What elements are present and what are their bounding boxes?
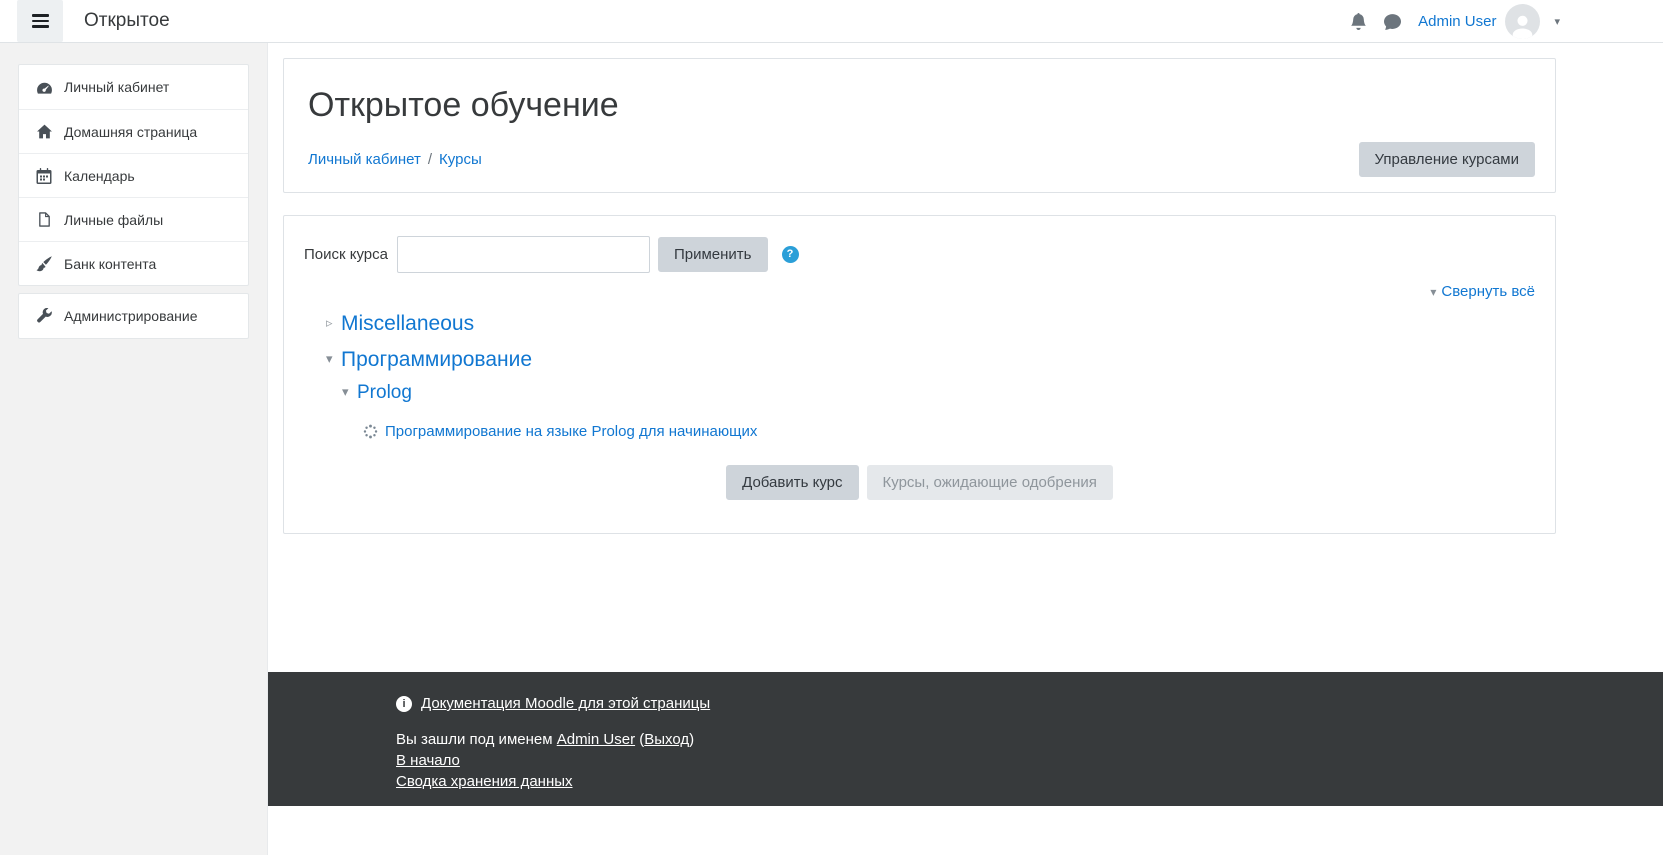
dashboard-icon: [35, 79, 53, 96]
collapse-all-row: ▾ Свернуть всё: [304, 283, 1535, 300]
logout-paren-close: ): [689, 731, 694, 748]
home-link[interactable]: В начало: [396, 752, 460, 769]
course-link[interactable]: Программирование на языке Prolog для нач…: [385, 423, 757, 440]
avatar[interactable]: [1505, 4, 1540, 39]
sidebar-item-label: Администрирование: [64, 308, 198, 324]
category-tree: ▹ Miscellaneous ▾ Программирование ▾ Pro…: [304, 312, 1535, 440]
page-title: Открытое обучение: [308, 85, 1535, 126]
subcategory-row-prolog: ▾ Prolog: [304, 382, 1535, 404]
course-management-card: Поиск курса Применить ? ▾ Свернуть всё ▹ …: [283, 215, 1556, 534]
content-column: Открытое обучение Личный кабинет / Курсы У…: [268, 43, 1663, 855]
notifications-bell-icon[interactable]: [1350, 13, 1367, 30]
breadcrumb-link-dashboard[interactable]: Личный кабинет: [308, 151, 421, 168]
breadcrumb-link-courses[interactable]: Курсы: [439, 151, 482, 168]
wrench-icon: [35, 308, 53, 324]
apply-search-button[interactable]: Применить: [658, 237, 768, 272]
messages-chat-icon[interactable]: [1384, 13, 1401, 30]
logout-link[interactable]: Выход: [644, 731, 689, 748]
logged-in-line: Вы зашли под именем Admin User (Выход): [396, 729, 1643, 750]
paintbrush-icon: [35, 256, 53, 272]
sidebar-item-label: Банк контента: [64, 256, 156, 272]
add-course-button[interactable]: Добавить курс: [726, 465, 858, 500]
sidebar-item-content-bank[interactable]: Банк контента: [19, 241, 248, 285]
sidebar-main-group: Личный кабинет Домашняя страница Календа…: [18, 64, 249, 286]
pending-courses-button[interactable]: Курсы, ожидающие одобрения: [867, 465, 1113, 500]
page-header-card: Открытое обучение Личный кабинет / Курсы У…: [283, 58, 1556, 193]
sidebar: Личный кабинет Домашняя страница Календа…: [0, 43, 268, 855]
data-retention-link[interactable]: Сводка хранения данных: [396, 773, 573, 790]
main-region: Открытое обучение Личный кабинет / Курсы У…: [268, 43, 1663, 672]
sidebar-item-label: Личный кабинет: [64, 79, 169, 95]
breadcrumb: Личный кабинет / Курсы: [308, 151, 482, 168]
caret-down-icon[interactable]: ▾: [326, 352, 341, 367]
manage-courses-button[interactable]: Управление курсами: [1359, 142, 1536, 177]
info-icon: i: [396, 696, 412, 712]
sidebar-item-administration[interactable]: Администрирование: [19, 294, 248, 338]
file-icon: [35, 212, 53, 227]
collapse-all-link[interactable]: Свернуть всё: [1441, 283, 1535, 300]
caret-down-icon: ▾: [1430, 285, 1436, 299]
home-icon: [35, 123, 53, 140]
logged-in-text: Вы зашли под именем: [396, 731, 553, 748]
person-icon: [1509, 12, 1536, 39]
sidebar-item-dashboard[interactable]: Личный кабинет: [19, 65, 248, 109]
menu-toggle-button[interactable]: [17, 0, 63, 42]
logged-in-user-link[interactable]: Admin User: [557, 731, 635, 748]
sidebar-item-home[interactable]: Домашняя страница: [19, 109, 248, 153]
sidebar-admin-group: Администрирование: [18, 293, 249, 339]
sidebar-item-calendar[interactable]: Календарь: [19, 153, 248, 197]
caret-down-icon[interactable]: ▾: [1554, 15, 1560, 28]
category-row-miscellaneous: ▹ Miscellaneous: [304, 312, 1535, 336]
page-layout: Личный кабинет Домашняя страница Календа…: [0, 43, 1663, 855]
top-navbar: Открытое Admin User ▾: [0, 0, 1663, 43]
navbar-right: Admin User ▾: [1350, 4, 1560, 39]
home-line: В начало: [396, 750, 1643, 771]
sidebar-item-label: Личные файлы: [64, 212, 163, 228]
moodle-docs-link[interactable]: Документация Moodle для этой страницы: [421, 695, 710, 712]
site-title-link[interactable]: Открытое: [84, 10, 170, 32]
help-icon[interactable]: ?: [782, 246, 799, 263]
sidebar-item-label: Календарь: [64, 168, 135, 184]
course-search-input[interactable]: [397, 236, 650, 273]
hamburger-icon: [32, 14, 49, 28]
category-link-programming[interactable]: Программирование: [341, 348, 532, 372]
course-search-row: Поиск курса Применить ?: [304, 236, 1535, 273]
category-link-miscellaneous[interactable]: Miscellaneous: [341, 312, 474, 336]
page-footer: i Документация Moodle для этой страницы …: [268, 672, 1663, 806]
course-icon: [363, 424, 378, 439]
category-row-programming: ▾ Программирование: [304, 348, 1535, 372]
caret-down-icon[interactable]: ▾: [342, 385, 357, 400]
user-menu-link[interactable]: Admin User: [1418, 13, 1496, 30]
subcategory-link-prolog[interactable]: Prolog: [357, 382, 412, 404]
course-row: Программирование на языке Prolog для нач…: [304, 423, 1535, 440]
bottom-spacer: [268, 806, 1663, 855]
course-actions-row: Добавить курс Курсы, ожидающие одобрения: [304, 465, 1535, 500]
sidebar-item-label: Домашняя страница: [64, 124, 197, 140]
calendar-icon: [35, 168, 53, 184]
documentation-line: i Документация Moodle для этой страницы: [396, 695, 1643, 712]
data-summary-line: Сводка хранения данных: [396, 771, 1643, 792]
course-search-label: Поиск курса: [304, 246, 388, 263]
breadcrumb-separator: /: [428, 151, 432, 168]
caret-right-icon[interactable]: ▹: [326, 316, 341, 331]
sidebar-item-private-files[interactable]: Личные файлы: [19, 197, 248, 241]
